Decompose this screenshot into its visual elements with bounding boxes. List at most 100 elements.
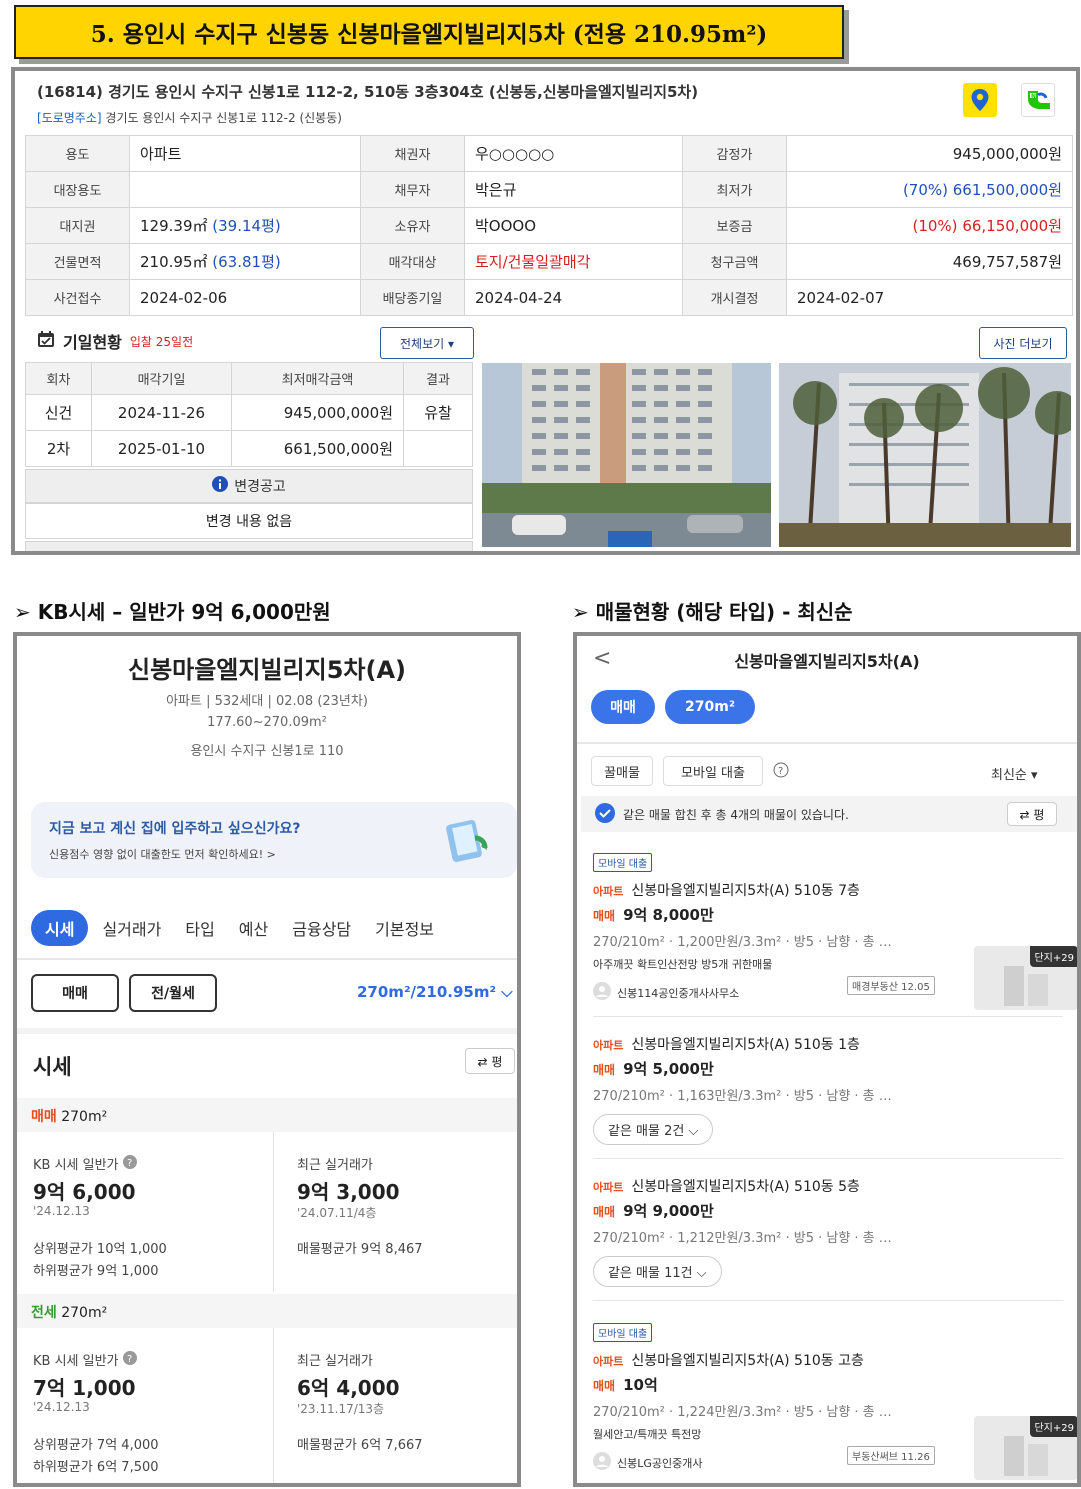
divider [273, 1328, 274, 1483]
value-dividend-deadline: 2024-04-24 [464, 279, 683, 316]
building-photo-1[interactable] [482, 363, 771, 547]
listing-title: 아파트 신봉마을엘지빌리지5차(A) 510동 고층 [593, 1350, 1063, 1370]
pyeong-toggle-button[interactable]: ⇄ 평 [1007, 802, 1057, 826]
complex-photo-count: 단지+29 [1030, 1416, 1077, 1437]
naver-map-icon[interactable]: N [1021, 83, 1055, 117]
recent-trade-label: 최근 실거래가 [297, 1354, 373, 1369]
agent-name: 신봉114공인중개사사무소 [617, 986, 740, 1000]
banner-subtitle: 신용점수 영향 없이 대출한도 먼저 확인하세요! > [49, 848, 276, 861]
listing-thumbnail[interactable]: 단지+29 [974, 1416, 1077, 1480]
tab-price[interactable]: 시세 [31, 910, 89, 946]
list-item[interactable]: 아파트 신봉마을엘지빌리지5차(A) 510동 5층 매매 9억 9,000만 27… [593, 1176, 1063, 1287]
tab-actual-trades[interactable]: 실거래가 [92, 910, 171, 946]
svg-text:?: ? [778, 766, 783, 777]
label-dividend-deadline: 배당종기일 [360, 279, 465, 316]
sale-filter-button[interactable]: 매매 [31, 974, 119, 1012]
view-all-button[interactable]: 전체보기 ▾ [380, 327, 474, 359]
listing-section-heading: ➢ 매물현황 (해당 타입) - 최신순 [572, 600, 853, 624]
price-text: 9억 9,000만 [623, 1202, 714, 1220]
area-selector[interactable]: 270m²/210.95m² ⌵ [357, 983, 513, 1001]
more-photos-button[interactable]: 사진 더보기 [979, 327, 1067, 359]
date-cell: 2025-01-10 [91, 430, 232, 467]
jeonse-band: 전세 270m² [17, 1294, 517, 1328]
listing-title-text: 신봉마을엘지빌리지5차(A) 510동 7층 [631, 883, 860, 899]
col-sale-date: 매각기일 [91, 362, 232, 395]
listing-price: 매매 9억 8,000만 [593, 904, 1063, 925]
listing-thumbnail[interactable]: 단지+29 [974, 946, 1077, 1010]
info-icon [212, 476, 229, 496]
price-text: 9억 8,000만 [623, 906, 714, 924]
recent-trade-price: 9억 3,000 [297, 1180, 400, 1204]
honey-listing-chip[interactable]: 꿀매물 [591, 756, 653, 786]
tab-budget[interactable]: 예산 [229, 910, 278, 946]
help-icon[interactable]: ? [122, 1351, 137, 1369]
mobile-loan-badge: 모바일 대출 [593, 853, 653, 872]
list-item[interactable]: 아파트 신봉마을엘지빌리지5차(A) 510동 1층 매매 9억 5,000만 27… [593, 1034, 1063, 1145]
land-area: 129.39㎡ [140, 217, 208, 235]
listing-type: 아파트 [593, 1181, 624, 1194]
list-item[interactable]: 모바일 대출 아파트 신봉마을엘지빌리지5차(A) 510동 7층 매매 9억 8,… [593, 852, 1077, 1010]
label-commencement: 개시결정 [682, 279, 787, 316]
change-notice-header[interactable]: 변경공고 [25, 469, 473, 503]
auction-schedule-table: 회차 매각기일 최저매각금액 결과 신건 2024-11-26 945,000,… [25, 362, 473, 467]
same-listing-button[interactable]: 같은 매물 2건 ⌵ [593, 1114, 714, 1145]
filter-size-pill[interactable]: 270m² [665, 690, 755, 724]
recent-trade-label: 최근 실거래가 [297, 1158, 373, 1173]
help-icon[interactable]: ? [122, 1155, 137, 1173]
collapsed-row [25, 541, 473, 551]
listing-desc: 270/210m² · 1,212만원/3.3m² · 방5 · 남향 · 총 … [593, 1231, 892, 1246]
help-icon[interactable]: ? [773, 762, 789, 782]
value-commencement: 2024-02-07 [786, 279, 1073, 316]
sale-band: 매매 270m² [17, 1098, 517, 1132]
source-badge: 부동산써브 11.26 [847, 1446, 935, 1465]
same-listing-button[interactable]: 같은 매물 11건 ⌵ [593, 1256, 722, 1287]
tab-type[interactable]: 타입 [175, 910, 224, 946]
kb-general-label-text: KB 시세 일반가 [33, 1354, 119, 1369]
case-info-table: 용도 아파트 채권자 우○○○○○ 감정가 945,000,000원 대장용도 … [25, 135, 1073, 316]
col-result: 결과 [403, 362, 473, 395]
col-round: 회차 [25, 362, 92, 395]
tab-finance[interactable]: 금융상담 [282, 910, 361, 946]
banner-title: 지금 보고 계신 집에 입주하고 싶으신가요? [49, 821, 301, 837]
col-min-price: 최저매각금액 [231, 362, 404, 395]
pyeong-toggle-button[interactable]: ⇄ 평 [465, 1048, 515, 1074]
check-icon[interactable] [595, 802, 615, 826]
value-sale-target: 토지/건물일괄매각 [464, 243, 683, 280]
list-item[interactable]: 모바일 대출 아파트 신봉마을엘지빌리지5차(A) 510동 고층 매매 10억 2… [593, 1322, 1077, 1480]
sort-dropdown[interactable]: 최신순 ▾ [991, 764, 1038, 783]
value-land-right: 129.39㎡ (39.14평) [129, 207, 361, 244]
lower-average: 하위평균가 9억 1,000 [33, 1264, 159, 1279]
svg-text:N: N [1031, 93, 1036, 100]
divider [593, 1300, 1063, 1301]
upper-average: 상위평균가 10억 1,000 [33, 1242, 167, 1257]
complex-area-range: 177.60~270.09m² [207, 715, 327, 730]
label-land-right: 대지권 [25, 207, 130, 244]
value-case-received: 2024-02-06 [129, 279, 361, 316]
label-claim: 청구금액 [682, 243, 787, 280]
result-cell [403, 430, 473, 467]
listing-type: 아파트 [593, 1355, 624, 1368]
deal-type: 매매 [593, 1379, 616, 1393]
result-cell: 유찰 [403, 394, 473, 431]
divider [593, 1016, 1063, 1017]
loan-banner[interactable]: 지금 보고 계신 집에 입주하고 싶으신가요? 신용점수 영향 없이 대출한도 … [31, 802, 517, 878]
filter-sale-pill[interactable]: 매매 [591, 690, 655, 724]
auction-panel: (16814) 경기도 용인시 수지구 신봉1로 112-2, 510동 3층3… [11, 67, 1080, 555]
building-photo-2[interactable] [779, 363, 1071, 547]
price-cell: 661,500,000원 [231, 430, 404, 467]
listing-average: 매물평균가 9억 8,467 [297, 1242, 423, 1257]
kakao-map-icon[interactable] [963, 83, 997, 117]
price-text: 9억 5,000만 [623, 1060, 714, 1078]
round-cell: 2차 [25, 430, 92, 467]
mobile-loan-chip[interactable]: 모바일 대출 [663, 756, 763, 786]
rent-filter-button[interactable]: 전/월세 [129, 974, 217, 1012]
listing-title-text: 신봉마을엘지빌리지5차(A) 510동 1층 [631, 1037, 860, 1053]
divider [273, 1132, 274, 1292]
listing-desc: 270/210m² · 1,163만원/3.3m² · 방5 · 남향 · 총 … [593, 1089, 892, 1104]
tab-basic-info[interactable]: 기본정보 [365, 910, 444, 946]
divider [17, 958, 517, 960]
value-creditor: 우○○○○○ [464, 135, 683, 172]
phone-document-icon [441, 816, 497, 868]
value-appraisal: 945,000,000원 [786, 135, 1073, 172]
kb-general-label: KB 시세 일반가 ? [33, 1154, 137, 1173]
